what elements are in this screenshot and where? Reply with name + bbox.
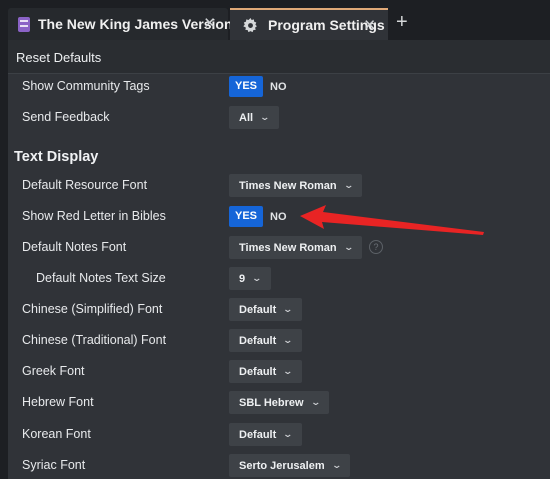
annotation-arrow (300, 205, 484, 235)
